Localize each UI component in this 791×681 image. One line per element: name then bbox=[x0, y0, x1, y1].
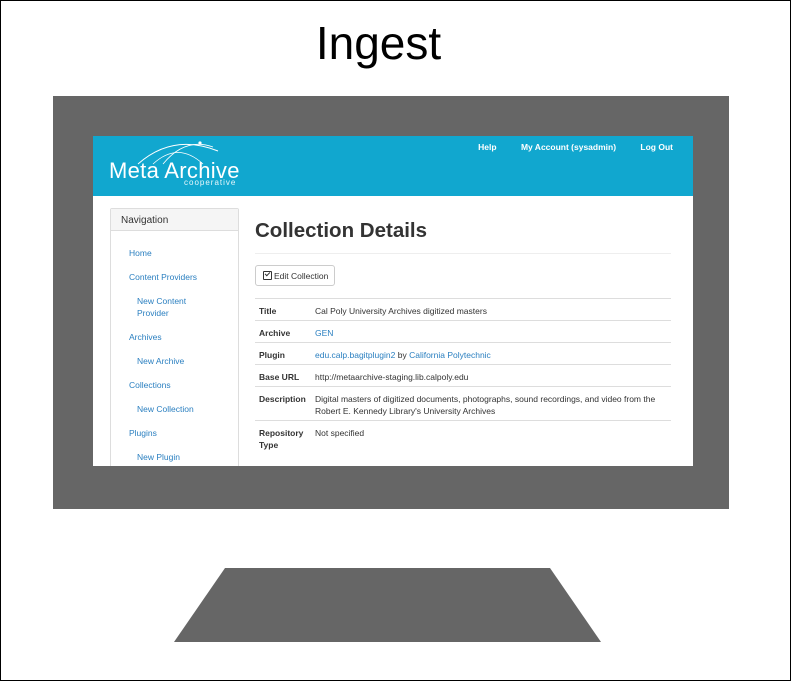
browser-screen: Meta Archive cooperative Help My Account… bbox=[93, 136, 693, 466]
archive-label: Archive bbox=[259, 328, 291, 338]
base-url-label: Base URL bbox=[259, 372, 300, 382]
sidebar-item-new-plugin[interactable]: New Plugin bbox=[137, 451, 180, 463]
table-row-base-url: Base URL http://metaarchive-staging.lib.… bbox=[255, 364, 671, 387]
title-label: Title bbox=[259, 306, 277, 316]
edit-check-icon bbox=[263, 271, 272, 280]
edit-collection-button[interactable]: Edit Collection bbox=[255, 265, 335, 286]
plugin-value: edu.calp.bagitplugin2 by California Poly… bbox=[315, 349, 671, 361]
archive-link[interactable]: GEN bbox=[315, 327, 333, 339]
table-row-plugin: Plugin edu.calp.bagitplugin2 by Californ… bbox=[255, 342, 671, 365]
logo-subtitle: cooperative bbox=[184, 178, 237, 187]
sidebar-item-new-collection[interactable]: New Collection bbox=[137, 403, 194, 415]
sidebar-item-content-providers[interactable]: Content Providers bbox=[129, 271, 197, 283]
navigation-heading: Navigation bbox=[111, 209, 238, 231]
edit-collection-label: Edit Collection bbox=[274, 271, 329, 281]
slide-title: Ingest bbox=[315, 17, 442, 69]
table-row-archive: Archive GEN bbox=[255, 320, 671, 343]
base-url-value: http://metaarchive-staging.lib.calpoly.e… bbox=[315, 372, 469, 382]
sidebar-item-archives[interactable]: Archives bbox=[129, 331, 162, 343]
sidebar-item-plugins[interactable]: Plugins bbox=[129, 427, 157, 439]
top-nav: Help My Account (sysadmin) Log Out bbox=[456, 142, 673, 152]
navigation-panel: Navigation Home Content Providers New Co… bbox=[110, 208, 239, 466]
sidebar-item-home[interactable]: Home bbox=[129, 247, 152, 259]
app-header: Meta Archive cooperative Help My Account… bbox=[93, 136, 693, 196]
plugin-label: Plugin bbox=[259, 350, 285, 360]
page-title: Collection Details bbox=[255, 219, 428, 242]
plugin-link[interactable]: edu.calp.bagitplugin2 bbox=[315, 350, 395, 360]
repository-type-label: Type bbox=[259, 440, 279, 450]
sidebar-item-collections[interactable]: Collections bbox=[129, 379, 171, 391]
repository-value: Not specified bbox=[315, 428, 365, 438]
description-line-2: Robert E. Kennedy Library's University A… bbox=[315, 406, 496, 416]
plugin-author-link[interactable]: California Polytechnic bbox=[409, 350, 491, 360]
description-line-1: Digital masters of digitized documents, … bbox=[315, 394, 656, 404]
sidebar-item-new-archive[interactable]: New Archive bbox=[137, 355, 184, 367]
monitor-stand bbox=[174, 568, 601, 642]
sidebar-item-new-content-provider[interactable]: New Content Provider bbox=[137, 295, 213, 319]
table-row-description: Description Digital masters of digitized… bbox=[255, 386, 671, 421]
plugin-by-text: by bbox=[397, 350, 407, 360]
repository-label: Repository bbox=[259, 428, 304, 438]
description-label: Description bbox=[259, 394, 306, 404]
my-account-link[interactable]: My Account (sysadmin) bbox=[521, 142, 616, 152]
table-row-title: Title Cal Poly University Archives digit… bbox=[255, 298, 671, 321]
slide-frame: Ingest Meta Archive cooperative Help My … bbox=[0, 0, 791, 681]
logout-link[interactable]: Log Out bbox=[640, 142, 673, 152]
help-link[interactable]: Help bbox=[478, 142, 496, 152]
title-value: Cal Poly University Archives digitized m… bbox=[315, 306, 487, 316]
table-row-repository-type: Repository Type Not specified bbox=[255, 420, 671, 455]
title-divider bbox=[255, 253, 671, 254]
